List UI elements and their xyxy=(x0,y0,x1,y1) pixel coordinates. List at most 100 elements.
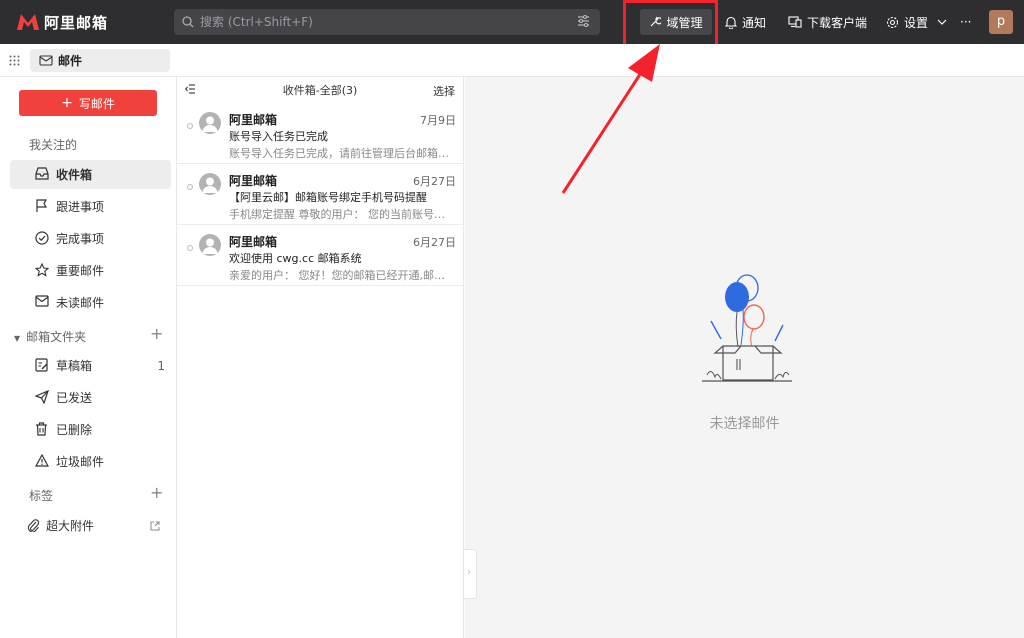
sidebar-item-follow-up[interactable]: 跟进事项 xyxy=(10,192,171,221)
list-item[interactable]: 阿里邮箱 6月27日 【阿里云邮】邮箱账号绑定手机号码提醒 手机绑定提醒 尊敬的… xyxy=(177,164,463,225)
unread-dot[interactable] xyxy=(187,123,193,129)
external-link-icon xyxy=(150,521,160,531)
select-button[interactable]: 选择 xyxy=(433,83,455,99)
warning-icon xyxy=(35,454,49,467)
folders-section-label: 邮箱文件夹 xyxy=(26,330,87,344)
logo-text: 阿里邮箱 xyxy=(44,13,109,32)
empty-balloon-box-illustration xyxy=(702,274,792,382)
search-bar[interactable] xyxy=(174,9,600,35)
add-tag-button[interactable]: + xyxy=(150,483,163,502)
aliyun-mail-logo-icon xyxy=(16,13,40,31)
message-preview: 手机绑定提醒 尊敬的用户： 您的当前账号在2025-0... xyxy=(229,208,454,221)
chevron-down-icon xyxy=(937,19,947,25)
bell-icon xyxy=(725,16,737,29)
draft-count-badge: 1 xyxy=(157,358,165,373)
collapse-sidebar-icon[interactable] xyxy=(185,84,196,94)
compose-button[interactable]: + 写邮件 xyxy=(19,90,157,116)
flag-icon xyxy=(36,199,48,212)
mail-tab[interactable]: 邮件 xyxy=(30,49,170,72)
sidebar-item-inbox[interactable]: 收件箱 xyxy=(10,160,171,189)
settings-dropdown-button[interactable] xyxy=(937,0,952,44)
user-avatar[interactable]: p xyxy=(989,10,1013,34)
list-title[interactable]: 收件箱-全部(3) xyxy=(283,82,358,98)
domain-management-button[interactable]: 域管理 xyxy=(640,9,712,35)
check-circle-icon xyxy=(35,231,49,245)
more-icon: ··· xyxy=(960,15,972,29)
add-folder-button[interactable]: + xyxy=(150,324,163,343)
envelope-icon xyxy=(35,295,49,307)
sidebar: + 写邮件 我关注的 收件箱 跟进事项 完成事项 重要邮件 未读邮件 ▼ 邮箱文件… xyxy=(0,77,177,638)
star-icon xyxy=(35,263,49,277)
sidebar-item-drafts[interactable]: 草稿箱 1 xyxy=(10,351,171,380)
paperclip-icon xyxy=(27,519,40,532)
avatar xyxy=(199,173,221,195)
unread-dot[interactable] xyxy=(187,184,193,190)
envelope-icon xyxy=(39,55,53,66)
gear-icon xyxy=(886,16,899,28)
sidebar-item-done[interactable]: 完成事项 xyxy=(10,224,171,253)
sidebar-item-label: 垃圾邮件 xyxy=(56,455,105,469)
message-list: 收件箱-全部(3) 选择 阿里邮箱 7月9日 账号导入任务已完成 账号导入任务已… xyxy=(177,77,464,638)
app-logo[interactable]: 阿里邮箱 xyxy=(16,12,166,33)
notify-button[interactable]: 通知 xyxy=(725,0,766,44)
sidebar-item-unread[interactable]: 未读邮件 xyxy=(10,288,171,317)
caret-down-icon: ▼ xyxy=(14,334,21,343)
settings-button[interactable]: 设置 xyxy=(886,0,928,44)
download-client-label: 下载客户端 xyxy=(807,15,868,30)
sidebar-item-label: 未读邮件 xyxy=(56,296,105,310)
sub-bar: 邮件 xyxy=(0,44,1024,77)
avatar xyxy=(199,112,221,134)
list-item[interactable]: 阿里邮箱 7月9日 账号导入任务已完成 账号导入任务已完成，请前往管理后台邮箱管… xyxy=(177,103,463,164)
search-icon xyxy=(182,16,194,28)
avatar xyxy=(199,234,221,256)
unread-dot[interactable] xyxy=(187,245,193,251)
message-sender: 阿里邮箱 xyxy=(229,235,278,249)
expand-pane-handle[interactable]: › xyxy=(463,549,477,599)
notify-label: 通知 xyxy=(742,15,767,30)
message-date: 7月9日 xyxy=(420,114,456,127)
sidebar-item-deleted[interactable]: 已删除 xyxy=(10,415,171,444)
message-preview: 账号导入任务已完成，请前往管理后台邮箱管理页面 xyxy=(229,147,454,160)
mail-tab-label: 邮件 xyxy=(58,54,83,68)
sidebar-item-label: 跟进事项 xyxy=(56,200,105,214)
more-button[interactable]: ··· xyxy=(960,0,971,44)
message-subject: 欢迎使用 cwg.cc 邮箱系统 xyxy=(229,252,362,265)
top-bar: 阿里邮箱 域管理 通知 下载客户端 设置 ··· p xyxy=(0,0,1024,44)
sidebar-item-label: 草稿箱 xyxy=(56,359,93,373)
sidebar-item-label: 收件箱 xyxy=(56,168,93,182)
message-sender: 阿里邮箱 xyxy=(229,113,278,127)
send-icon xyxy=(35,390,49,404)
reading-pane: 未选择邮件 › xyxy=(463,77,1024,638)
message-date: 6月27日 xyxy=(413,236,456,249)
draft-icon xyxy=(35,358,48,372)
download-client-button[interactable]: 下载客户端 xyxy=(788,0,867,44)
followed-section-label: 我关注的 xyxy=(29,138,78,152)
message-subject: 【阿里云邮】邮箱账号绑定手机号码提醒 xyxy=(229,191,427,204)
compose-label: 写邮件 xyxy=(78,96,115,111)
settings-label: 设置 xyxy=(904,15,929,30)
sidebar-item-large-attachments[interactable]: 超大附件 xyxy=(5,511,166,540)
sidebar-item-label: 重要邮件 xyxy=(56,264,105,278)
folders-section-toggle[interactable]: ▼ 邮箱文件夹 xyxy=(14,328,86,345)
message-date: 6月27日 xyxy=(413,175,456,188)
sidebar-item-label: 已删除 xyxy=(56,423,93,437)
apps-grid-icon[interactable] xyxy=(9,55,20,66)
filter-icon[interactable] xyxy=(577,15,590,27)
user-icon xyxy=(202,177,218,193)
devices-icon xyxy=(788,16,802,28)
domain-management-label: 域管理 xyxy=(666,15,703,30)
sidebar-item-spam[interactable]: 垃圾邮件 xyxy=(10,447,171,476)
sidebar-item-label: 已发送 xyxy=(56,391,93,405)
message-subject: 账号导入任务已完成 xyxy=(229,130,328,143)
inbox-icon xyxy=(35,167,49,180)
list-item[interactable]: 阿里邮箱 6月27日 欢迎使用 cwg.cc 邮箱系统 亲爱的用户： 您好！您的… xyxy=(177,225,463,286)
sidebar-item-important[interactable]: 重要邮件 xyxy=(10,256,171,285)
message-preview: 亲爱的用户： 您好！您的邮箱已经开通,邮件地址... xyxy=(229,269,454,282)
user-icon xyxy=(202,238,218,254)
search-input[interactable] xyxy=(200,15,570,29)
wrench-icon xyxy=(651,16,662,27)
sidebar-item-sent[interactable]: 已发送 xyxy=(10,383,171,412)
sidebar-item-label: 超大附件 xyxy=(46,519,95,533)
plus-icon: + xyxy=(61,95,73,111)
sidebar-item-label: 完成事项 xyxy=(56,232,105,246)
